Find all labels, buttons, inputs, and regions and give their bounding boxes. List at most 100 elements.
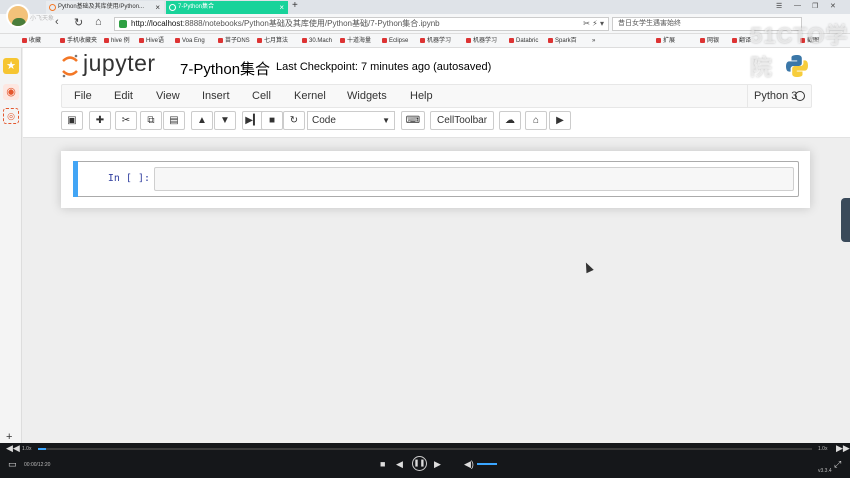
speed-right[interactable]: 1.0x — [818, 446, 827, 452]
save-icon[interactable]: ▣ — [61, 111, 83, 130]
progress-bar[interactable] — [38, 448, 812, 450]
bookmark-item[interactable]: Spark百 — [548, 34, 577, 48]
bookmark-item[interactable]: 十道海量 — [340, 34, 371, 48]
secure-shield-icon — [119, 20, 127, 28]
fast-forward-icon[interactable]: ▶▶ — [836, 443, 850, 454]
menu-widgets[interactable]: Widgets — [347, 85, 387, 107]
bookmark-item[interactable]: 翻译 — [732, 34, 751, 48]
url-tools-icon[interactable]: ✂ ⚡ ▾ — [583, 18, 604, 30]
menu-icon[interactable]: ☰ — [776, 2, 782, 10]
url-host: http://localhost — [131, 19, 183, 28]
keyboard-icon[interactable]: ⌨ — [401, 111, 425, 130]
kernel-indicator[interactable]: Python 3 — [747, 85, 811, 107]
home-icon[interactable]: ⌂ — [95, 16, 102, 28]
close-window-icon[interactable]: ✕ — [830, 2, 836, 10]
chevron-down-icon: ▼ — [382, 116, 390, 125]
jupyter-logo-icon[interactable] — [60, 52, 80, 80]
volume-icon[interactable]: ◀) — [464, 459, 474, 470]
stop-icon[interactable]: ■ — [261, 111, 283, 130]
address-bar-row: ‹ ↻ ⌂ http://localhost:8888/notebooks/Py… — [0, 14, 850, 34]
video-play-icon[interactable]: ▶ — [549, 111, 571, 130]
bookmark-item[interactable]: 网银 — [700, 34, 719, 48]
move-down-icon[interactable]: ▼ — [214, 111, 236, 130]
copy-icon[interactable]: ⧉ — [140, 111, 162, 130]
browser-tab-2[interactable]: 7-Python集合 × — [166, 1, 288, 14]
subtitles-icon[interactable]: ▭ — [8, 459, 17, 470]
bookmark-item[interactable]: 收藏 — [22, 34, 41, 48]
cell-type-select[interactable]: Code ▼ — [307, 111, 395, 130]
reload-icon[interactable]: ↻ — [74, 16, 83, 29]
code-cell[interactable]: In [ ]: — [73, 161, 799, 197]
menu-kernel[interactable]: Kernel — [294, 85, 326, 107]
upload-cloud-icon[interactable]: ☁ — [499, 111, 521, 130]
watermark-logo: 51CTO学院 — [750, 23, 849, 80]
rewind-icon[interactable]: ◀◀ — [6, 443, 20, 454]
cell-input-editor[interactable] — [154, 167, 794, 191]
cut-icon[interactable]: ✂ — [115, 111, 137, 130]
bookmark-item[interactable]: hive 例 — [104, 34, 130, 48]
bookmark-item[interactable]: 手机收藏夹 — [60, 34, 97, 48]
stop-icon[interactable]: ■ — [380, 459, 385, 469]
restart-icon[interactable]: ↻ — [283, 111, 305, 130]
kernel-idle-icon — [795, 91, 805, 101]
gift-icon[interactable]: ⌂ — [525, 111, 547, 130]
minimize-icon[interactable]: — — [794, 2, 801, 9]
bookmark-item[interactable]: Hive语 — [139, 34, 164, 48]
menu-file[interactable]: File — [74, 85, 92, 107]
jupyter-favicon-icon — [169, 4, 176, 11]
tab-close-icon[interactable]: × — [155, 1, 160, 14]
browser-tab-1[interactable]: Python基础及其库使用/Python... × — [46, 1, 164, 14]
fullscreen-icon[interactable]: ⤢ — [834, 459, 841, 470]
user-avatar[interactable] — [6, 4, 30, 28]
bookmark-item[interactable]: 七月算法 — [257, 34, 288, 48]
weibo-icon[interactable]: ◎ — [3, 108, 19, 124]
paste-icon[interactable]: ▤ — [163, 111, 185, 130]
menu-edit[interactable]: Edit — [114, 85, 133, 107]
add-cell-icon[interactable]: ✚ — [89, 111, 111, 130]
bookmarks-more[interactable]: » — [592, 34, 595, 48]
tab-label: 7-Python集合 — [178, 4, 215, 10]
kernel-name: Python 3 — [754, 90, 798, 102]
jupyter-header: jupyter 7-Python集合 Last Checkpoint: 7 mi… — [23, 48, 850, 138]
celltoolbar-button[interactable]: CellToolbar — [430, 111, 495, 130]
checkpoint-status: Last Checkpoint: 7 minutes ago (autosave… — [276, 61, 492, 73]
time-display: 00:00/12:20 — [24, 462, 51, 468]
browser-sidebar: ★ ◉ ◎ — [0, 48, 22, 443]
menu-help[interactable]: Help — [410, 85, 433, 107]
bookmark-item[interactable]: 30.Mach — [302, 34, 332, 48]
new-tab-icon[interactable]: + — [292, 0, 298, 11]
menu-insert[interactable]: Insert — [202, 85, 230, 107]
volume-slider[interactable] — [477, 463, 497, 465]
progress-fill — [38, 448, 46, 450]
speed-left[interactable]: 1.0x — [22, 446, 31, 452]
jupyter-logo-text[interactable]: jupyter — [83, 50, 156, 77]
bookmark-item[interactable]: 机器学习 — [466, 34, 497, 48]
maximize-icon[interactable]: ❐ — [812, 2, 818, 10]
jupyter-favicon-icon — [49, 4, 56, 11]
search-text: 昔日女学生遇害始终 — [618, 20, 681, 27]
move-up-icon[interactable]: ▲ — [191, 111, 213, 130]
bookmark-item[interactable]: Voa Eng — [175, 34, 205, 48]
bookmark-item[interactable]: 机器学习 — [420, 34, 451, 48]
menu-cell[interactable]: Cell — [252, 85, 271, 107]
tab-close-icon[interactable]: × — [279, 1, 284, 14]
menu-view[interactable]: View — [156, 85, 180, 107]
url-path: :8888/notebooks/Python基础及其库使用/Python基础/7… — [182, 19, 440, 28]
previous-icon[interactable]: ◀ — [396, 459, 403, 470]
bookmark-item[interactable]: 苗子DNS — [218, 34, 250, 48]
bookmark-item[interactable]: Databric — [509, 34, 538, 48]
url-input[interactable]: http://localhost:8888/notebooks/Python基础… — [114, 17, 609, 31]
pause-button[interactable]: ❚❚ — [412, 456, 427, 471]
bookmark-item[interactable]: 扩展 — [656, 34, 675, 48]
input-prompt: In [ ]: — [107, 173, 150, 184]
notebook-name[interactable]: 7-Python集合 — [180, 58, 270, 79]
avatar-name: 小飞天象 — [30, 16, 55, 22]
cell-selected-indicator — [73, 161, 78, 197]
next-icon[interactable]: ▶ — [434, 459, 441, 470]
add-icon[interactable]: + — [6, 431, 12, 443]
bookmark-item[interactable]: Eclipse — [382, 34, 408, 48]
side-panel-handle[interactable] — [841, 198, 850, 242]
eye-icon[interactable]: ◉ — [3, 84, 19, 100]
back-icon[interactable]: ‹ — [55, 16, 59, 28]
favorites-star-icon[interactable]: ★ — [3, 58, 19, 74]
